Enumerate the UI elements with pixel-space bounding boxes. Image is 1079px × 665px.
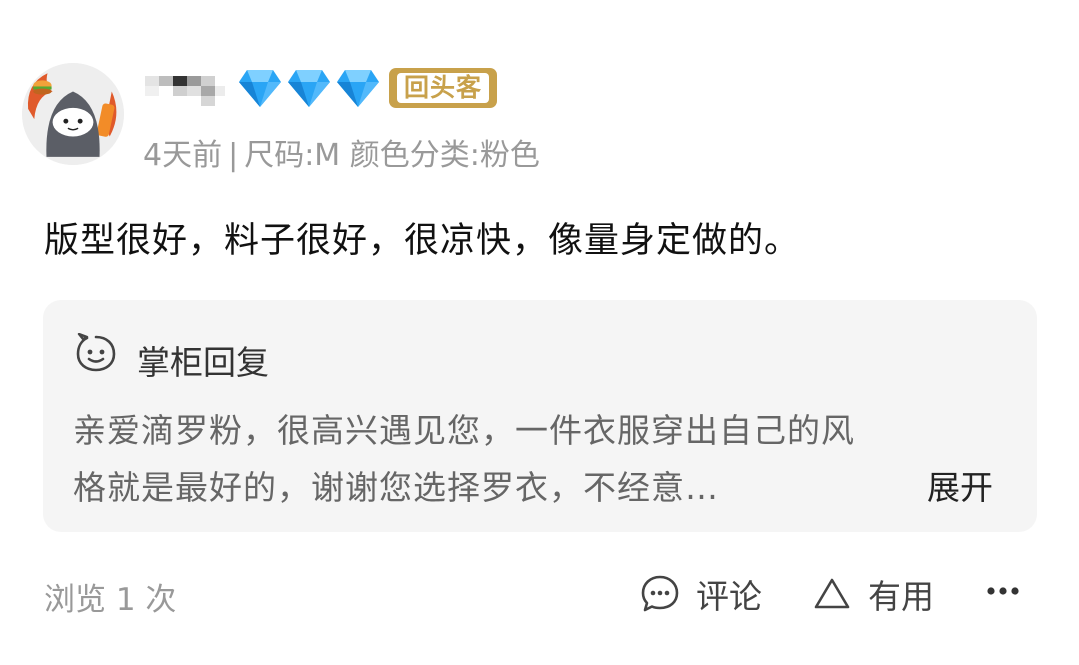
comment-label: 评论 — [696, 577, 762, 616]
reply-title: 掌柜回复 — [137, 343, 269, 382]
username-obscured — [145, 72, 225, 106]
triangle-icon — [814, 578, 850, 609]
review-color-category: 颜色分类:粉色 — [349, 138, 540, 173]
reply-text-line-2: 格就是最好的，谢谢您选择罗衣，不经意… — [73, 468, 719, 507]
badge-label: 回头客 — [396, 73, 489, 103]
review-size: 尺码:M — [244, 138, 341, 173]
seller-reply: 掌柜回复 亲爱滴罗粉，很高兴遇见您，一件衣服穿出自己的风 格就是最好的，谢谢您选… — [43, 300, 1037, 532]
view-count: 浏览 1 次 — [44, 582, 177, 618]
avatar-ninja-icon — [22, 63, 124, 165]
expand-button[interactable]: 展开 — [927, 461, 993, 509]
diamond-icon — [239, 70, 281, 107]
diamond-icon — [288, 70, 330, 107]
review-text: 版型很好，料子很好，很凉快，像量身定做的。 — [44, 221, 801, 261]
smiley-icon — [76, 333, 116, 372]
comment-button[interactable]: 评论 — [640, 570, 762, 618]
comment-bubble-icon — [641, 575, 679, 612]
level-diamonds — [237, 66, 381, 110]
more-button[interactable] — [986, 574, 1020, 608]
helpful-label: 有用 — [868, 577, 934, 616]
avatar[interactable] — [22, 63, 124, 165]
repeat-customer-badge: 回头客 — [389, 68, 497, 108]
review-time: 4天前 — [143, 138, 223, 173]
diamond-icon — [337, 70, 379, 107]
review-meta: 4天前 | 尺码:M 颜色分类:粉色 — [143, 130, 540, 174]
more-icon — [987, 587, 1019, 595]
meta-separator: | — [228, 138, 239, 173]
helpful-button[interactable]: 有用 — [812, 570, 934, 618]
reply-text-line-1: 亲爱滴罗粉，很高兴遇见您，一件衣服穿出自己的风 — [73, 411, 855, 450]
